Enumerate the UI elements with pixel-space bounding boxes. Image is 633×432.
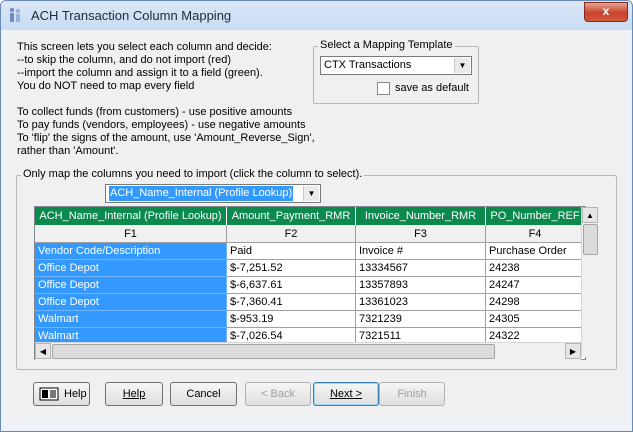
grid-cell[interactable]: $-953.19 (227, 311, 356, 328)
file-column-4[interactable]: F4 (486, 225, 585, 243)
help-book-icon (39, 387, 59, 401)
mapping-template-value: CTX Transactions (324, 59, 412, 71)
next-button-label: Next > (329, 388, 363, 400)
save-as-default-label: save as default (395, 82, 469, 94)
grid-cell[interactable]: 24238 (486, 260, 585, 277)
instruction-line (17, 93, 317, 106)
close-icon: x (602, 4, 610, 18)
scroll-up-icon[interactable]: ▲ (582, 207, 598, 223)
vertical-scroll-thumb[interactable] (583, 224, 598, 255)
grid-cell[interactable]: Vendor Code/Description (35, 243, 227, 260)
grid-cell[interactable]: Walmart (35, 311, 227, 328)
grid-cell[interactable]: 7321239 (356, 311, 486, 328)
help-icon-button[interactable]: Help (33, 382, 90, 406)
grid-cell[interactable]: Office Depot (35, 260, 227, 277)
help-button-label: Help (122, 388, 146, 400)
grid-cell[interactable]: $-6,637.61 (227, 277, 356, 294)
cancel-button[interactable]: Cancel (170, 382, 237, 406)
instruction-line: To pay funds (vendors, employees) - use … (17, 119, 306, 131)
grid-cell[interactable]: $-7,251.52 (227, 260, 356, 277)
cancel-button-label: Cancel (186, 388, 221, 400)
mapping-template-select[interactable]: CTX Transactions ▼ (320, 56, 472, 75)
field-assignment-select[interactable]: ACH_Name_Internal (Profile Lookup) ▼ (105, 184, 321, 203)
file-column-2[interactable]: F2 (227, 225, 356, 243)
grid-cell[interactable]: 13357893 (356, 277, 486, 294)
column-header-3[interactable]: Invoice_Number_RMR (356, 207, 486, 225)
window-title: ACH Transaction Column Mapping (31, 8, 232, 23)
title-bar[interactable]: ACH Transaction Column Mapping x (1, 1, 632, 30)
grid-cell[interactable]: $-7,360.41 (227, 294, 356, 311)
help-icon-button-label: Help (64, 388, 87, 400)
help-button[interactable]: Help (105, 382, 163, 406)
instruction-line: This screen lets you select each column … (17, 41, 272, 53)
people-icon (9, 7, 21, 22)
back-button-label: < Back (261, 388, 295, 400)
grid-cell[interactable]: Office Depot (35, 294, 227, 311)
scroll-left-icon[interactable]: ◀ (35, 343, 51, 359)
chevron-down-icon[interactable]: ▼ (303, 186, 319, 201)
finish-button-label: Finish (397, 388, 427, 400)
instruction-line: You do NOT need to map every field (17, 80, 195, 92)
mapping-template-group (313, 46, 479, 104)
instruction-line: To collect funds (from customers) - use … (17, 106, 293, 118)
column-header-4[interactable]: PO_Number_REF (486, 207, 585, 225)
mapping-template-legend: Select a Mapping Template (318, 39, 455, 51)
finish-button[interactable]: Finish (379, 382, 445, 406)
grid-cell[interactable]: 24298 (486, 294, 585, 311)
grid-vertical-scrollbar[interactable]: ▲ (581, 207, 599, 357)
save-as-default-checkbox[interactable] (377, 82, 390, 95)
grid-cell[interactable]: 13361023 (356, 294, 486, 311)
column-mapping-legend: Only map the columns you need to import … (21, 168, 365, 180)
grid-horizontal-scrollbar[interactable]: ◀ ▶ (35, 342, 581, 360)
chevron-down-icon[interactable]: ▼ (454, 58, 470, 73)
field-assignment-value: ACH_Name_Internal (Profile Lookup) (109, 186, 294, 201)
data-grid[interactable]: ACH_Name_Internal (Profile Lookup) Amoun… (34, 206, 586, 360)
instructions: This screen lets you select each column … (17, 41, 317, 158)
close-button[interactable]: x (584, 2, 628, 22)
column-header-2[interactable]: Amount_Payment_RMR (227, 207, 356, 225)
grid-cell[interactable]: 13334567 (356, 260, 486, 277)
next-button[interactable]: Next > (313, 382, 379, 406)
grid-cell[interactable]: Invoice # (356, 243, 486, 260)
grid-cell[interactable]: 24247 (486, 277, 585, 294)
dialog-client-area: This screen lets you select each column … (7, 30, 625, 424)
grid-cell[interactable]: Purchase Order (486, 243, 585, 260)
instruction-line: --import the column and assign it to a f… (17, 67, 263, 79)
instruction-line: rather than 'Amount'. (17, 145, 119, 157)
column-header-1[interactable]: ACH_Name_Internal (Profile Lookup) (35, 207, 227, 225)
instruction-line: --to skip the column, and do not import … (17, 54, 231, 66)
file-column-3[interactable]: F3 (356, 225, 486, 243)
file-column-1[interactable]: F1 (35, 225, 227, 243)
grid-cell[interactable]: 24305 (486, 311, 585, 328)
dialog-window: ACH Transaction Column Mapping x This sc… (0, 0, 633, 432)
back-button[interactable]: < Back (245, 382, 311, 406)
grid-cell[interactable]: Office Depot (35, 277, 227, 294)
instruction-line: To 'flip' the signs of the amount, use '… (17, 132, 315, 144)
scroll-right-icon[interactable]: ▶ (565, 343, 581, 359)
horizontal-scroll-thumb[interactable] (52, 344, 495, 359)
grid-cell[interactable]: Paid (227, 243, 356, 260)
